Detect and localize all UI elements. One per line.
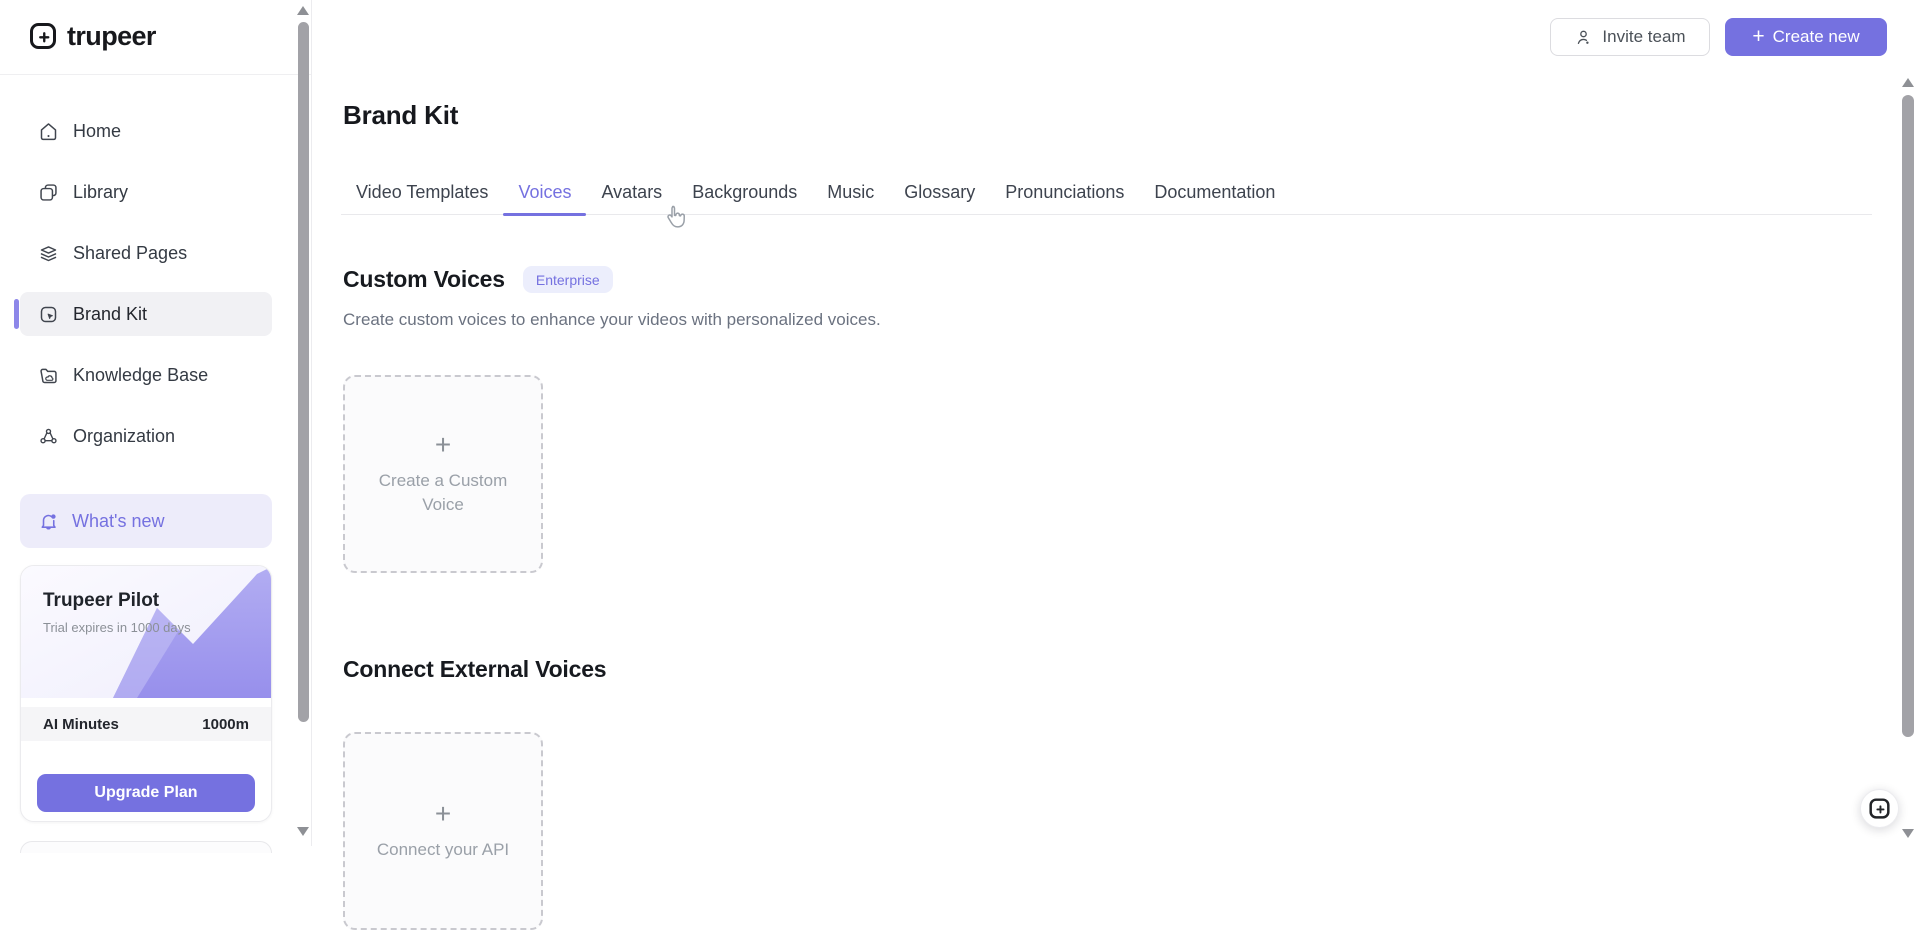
person-add-icon [1574, 28, 1593, 47]
plan-card: Trupeer Pilot Trial expires in 1000 days… [20, 565, 272, 822]
tab-backgrounds[interactable]: Backgrounds [677, 170, 812, 215]
sidebar-item-brand-kit[interactable]: Brand Kit [14, 292, 272, 336]
sidebar-item-knowledge-base[interactable]: Knowledge Base [20, 353, 272, 397]
trupeer-logo-icon [1868, 797, 1891, 820]
invite-team-button[interactable]: Invite team [1550, 18, 1710, 56]
ai-minutes-row: AI Minutes 1000m [21, 707, 271, 741]
app-name: trupeer [67, 20, 156, 51]
tabs-bar: Video Templates Voices Avatars Backgroun… [341, 170, 1872, 216]
sidebar-item-organization[interactable]: Organization [20, 414, 272, 458]
plan-title: Trupeer Pilot [43, 590, 160, 611]
main-scroll-down-icon[interactable] [1902, 829, 1914, 838]
plan-trial-note: Trial expires in 1000 days [43, 620, 191, 635]
sidebar-divider [0, 74, 311, 75]
create-custom-voice-card[interactable]: + Create a Custom Voice [343, 375, 543, 573]
invite-team-label: Invite team [1602, 27, 1686, 46]
sidebar-item-home[interactable]: Home [20, 109, 272, 153]
library-icon [38, 182, 59, 203]
sidebar-item-shared-pages[interactable]: Shared Pages [20, 231, 272, 275]
connect-api-label: Connect your API [376, 840, 510, 859]
tab-music[interactable]: Music [812, 170, 889, 215]
sidebar-item-label: Home [73, 120, 122, 141]
sidebar-item-label: Library [73, 181, 129, 202]
sidebar-item-label: Shared Pages [73, 242, 188, 263]
layers-icon [38, 243, 59, 264]
tab-glossary[interactable]: Glossary [889, 170, 990, 215]
profile-card-edge [20, 841, 272, 853]
create-new-button[interactable]: + Create new [1725, 18, 1887, 56]
sidebar-item-label: Knowledge Base [73, 364, 209, 385]
plus-icon: + [1752, 24, 1765, 48]
folder-cloud-icon [38, 365, 59, 386]
enterprise-badge: Enterprise [522, 266, 613, 293]
page-title: Brand Kit [343, 100, 459, 130]
bell-icon [38, 511, 59, 532]
whats-new-label: What's new [72, 510, 165, 531]
external-voices-title: Connect External Voices [343, 656, 607, 682]
trupeer-assistant-button[interactable] [1860, 789, 1899, 828]
tab-documentation[interactable]: Documentation [1139, 170, 1290, 215]
custom-voices-description: Create custom voices to enhance your vid… [343, 310, 881, 329]
trupeer-logo-icon [28, 21, 58, 51]
organization-icon [38, 426, 59, 447]
sidebar-item-library[interactable]: Library [20, 170, 272, 214]
create-custom-voice-label: Create a Custom Voice [378, 471, 508, 514]
create-new-label: Create new [1772, 27, 1860, 46]
whats-new-button[interactable]: What's new [20, 494, 272, 548]
sidebar-scroll-down-icon[interactable] [297, 827, 309, 836]
tab-avatars[interactable]: Avatars [586, 170, 677, 215]
main-scrollbar-thumb[interactable] [1902, 95, 1914, 737]
tab-voices[interactable]: Voices [503, 170, 587, 216]
sidebar: trupeer Home Library Shared Pages Brand … [0, 0, 312, 853]
plus-icon: + [434, 429, 452, 460]
home-icon [38, 121, 59, 142]
sidebar-scroll-up-icon[interactable] [297, 6, 309, 15]
sidebar-nav: Home Library Shared Pages Brand Kit Know… [14, 109, 272, 475]
connect-api-card[interactable]: + Connect your API [343, 732, 543, 930]
sidebar-item-label: Organization [73, 425, 176, 446]
plus-icon: + [434, 798, 452, 829]
brand-kit-icon [38, 304, 59, 325]
active-indicator-bar [14, 299, 19, 329]
sidebar-scrollbar-thumb[interactable] [298, 22, 309, 722]
usage-value: 1000m [202, 715, 249, 733]
tab-video-templates[interactable]: Video Templates [341, 170, 503, 215]
external-voices-header: Connect External Voices [343, 656, 607, 683]
app-logo[interactable]: trupeer [28, 16, 156, 56]
usage-label: AI Minutes [43, 715, 119, 733]
custom-voices-header: Custom Voices Enterprise [343, 266, 613, 293]
sidebar-item-label: Brand Kit [73, 303, 148, 324]
main-scroll-up-icon[interactable] [1902, 78, 1914, 87]
custom-voices-title: Custom Voices [343, 266, 505, 292]
tab-pronunciations[interactable]: Pronunciations [990, 170, 1139, 215]
upgrade-plan-button[interactable]: Upgrade Plan [37, 774, 255, 812]
